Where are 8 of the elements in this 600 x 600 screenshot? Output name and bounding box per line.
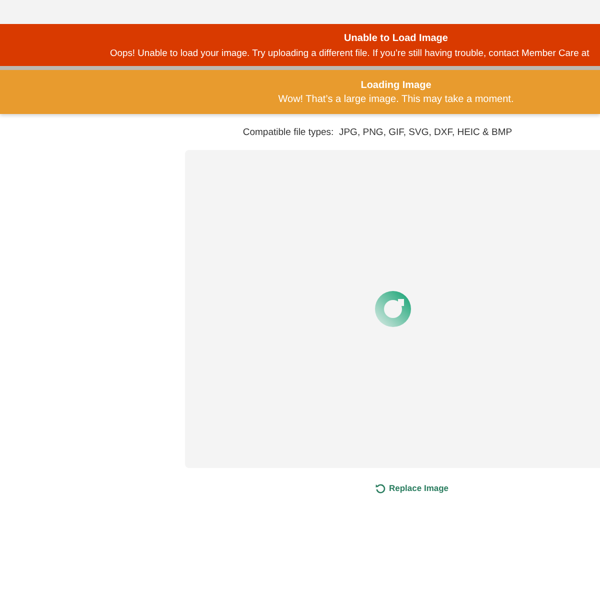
banner-message: Oops! Unable to load your image. Try uploading a different file. If you’re still having trouble, contact Member Care at [110,46,590,60]
banner-title: Unable to Load Image [344,32,448,46]
file-types-text: Compatible file types: JPG, PNG, GIF, SVG, DXF, HEIC & BMP [242,126,514,140]
banner-message: Wow! That’s a large image. This may take a moment. [278,93,514,107]
replace-image-button[interactable]: Replace Image [373,480,451,497]
rotate-icon [375,483,386,494]
banner-title: Loading Image [360,79,432,93]
upload-area[interactable] [185,150,600,468]
